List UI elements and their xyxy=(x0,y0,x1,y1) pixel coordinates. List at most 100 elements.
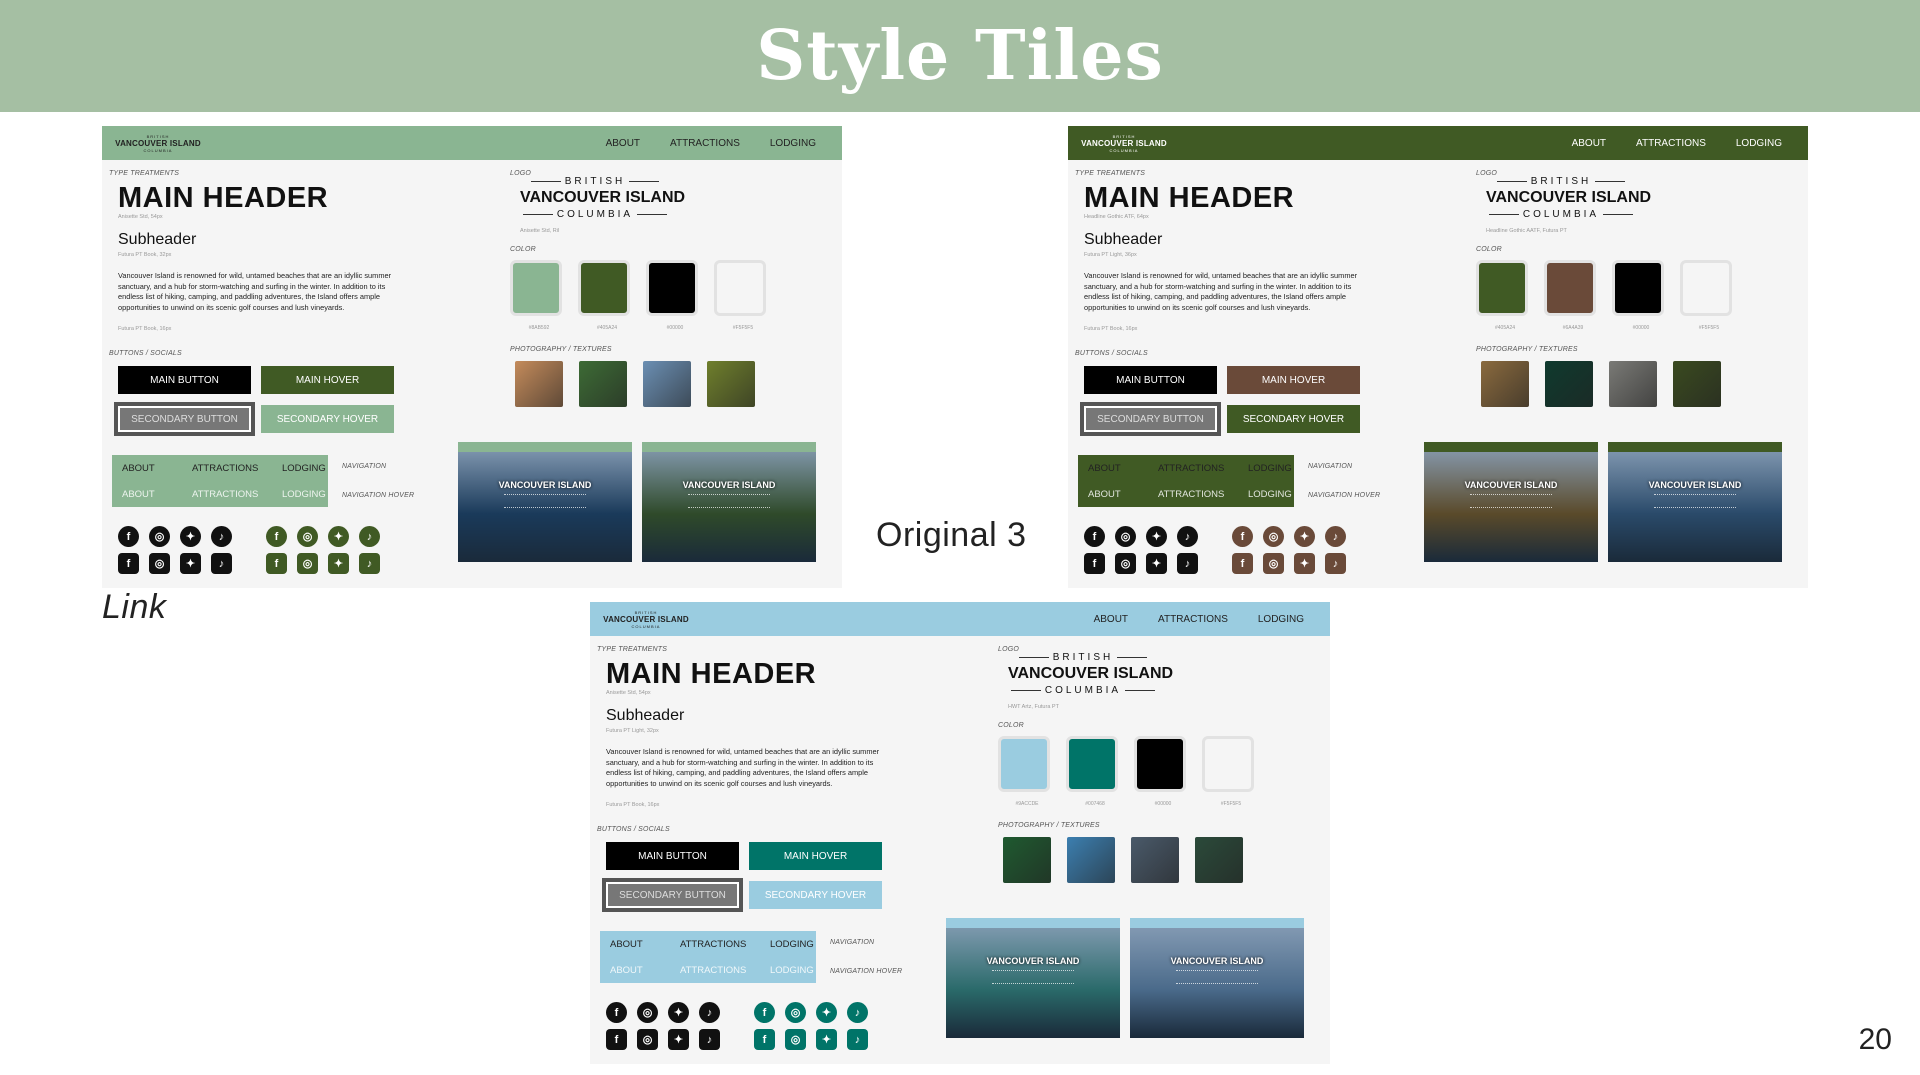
instagram-icon[interactable]: ◎ xyxy=(785,1002,806,1023)
navigation-demo: ABOUT ATTRACTIONS LODGING ABOUT ATTRACTI… xyxy=(112,455,328,507)
facebook-square-icon[interactable]: f xyxy=(754,1029,775,1050)
subheader-font-caption: Futura PT Light, 32px xyxy=(606,728,659,734)
tile-nav-logo[interactable]: BRITISH VANCOUVER ISLAND COLUMBIA xyxy=(603,608,689,630)
nav-hover-about[interactable]: ABOUT xyxy=(610,965,680,976)
twitter-icon[interactable]: ✦ xyxy=(328,526,349,547)
twitter-square-icon[interactable]: ✦ xyxy=(1146,553,1167,574)
instagram-icon[interactable]: ◎ xyxy=(149,526,170,547)
secondary-button[interactable]: SECONDARY BUTTON xyxy=(602,878,743,912)
nav-demo-about[interactable]: ABOUT xyxy=(610,939,680,950)
instagram-icon[interactable]: ◎ xyxy=(637,1002,658,1023)
nav-demo-attractions[interactable]: ATTRACTIONS xyxy=(192,463,282,474)
main-hover-button[interactable]: MAIN HOVER xyxy=(749,842,882,870)
nav-link-attractions[interactable]: ATTRACTIONS xyxy=(1158,614,1228,625)
instagram-square-icon[interactable]: ◎ xyxy=(1115,553,1136,574)
nav-hover-attractions[interactable]: ATTRACTIONS xyxy=(1158,489,1248,500)
nav-hover-about[interactable]: ABOUT xyxy=(122,489,192,500)
nav-link-about[interactable]: ABOUT xyxy=(1572,138,1606,149)
tiktok-icon[interactable]: ♪ xyxy=(211,526,232,547)
secondary-button[interactable]: SECONDARY BUTTON xyxy=(1080,402,1221,436)
tiktok-square-icon[interactable]: ♪ xyxy=(211,553,232,574)
instagram-square-icon[interactable]: ◎ xyxy=(149,553,170,574)
facebook-icon[interactable]: f xyxy=(754,1002,775,1023)
facebook-icon[interactable]: f xyxy=(1084,526,1105,547)
tiktok-square-icon[interactable]: ♪ xyxy=(1177,553,1198,574)
instagram-square-icon[interactable]: ◎ xyxy=(1263,553,1284,574)
nav-hover-lodging[interactable]: LODGING xyxy=(1248,489,1292,500)
main-button[interactable]: MAIN BUTTON xyxy=(118,366,251,394)
secondary-hover-button[interactable]: SECONDARY HOVER xyxy=(749,881,882,909)
texture-photo xyxy=(1195,837,1243,883)
instagram-icon[interactable]: ◎ xyxy=(1263,526,1284,547)
tiktok-icon[interactable]: ♪ xyxy=(1325,526,1346,547)
main-hover-button[interactable]: MAIN HOVER xyxy=(1227,366,1360,394)
secondary-button[interactable]: SECONDARY BUTTON xyxy=(114,402,255,436)
twitter-square-icon[interactable]: ✦ xyxy=(816,1029,837,1050)
instagram-square-icon[interactable]: ◎ xyxy=(637,1029,658,1050)
facebook-icon[interactable]: f xyxy=(606,1002,627,1023)
tiktok-icon[interactable]: ♪ xyxy=(699,1002,720,1023)
facebook-square-icon[interactable]: f xyxy=(1232,553,1253,574)
nav-hover-lodging[interactable]: LODGING xyxy=(282,489,326,500)
tiktok-square-icon[interactable]: ♪ xyxy=(699,1029,720,1050)
nav-demo-about[interactable]: ABOUT xyxy=(1088,463,1158,474)
facebook-icon[interactable]: f xyxy=(118,526,139,547)
logo-main-text: VANCOUVER ISLAND xyxy=(1081,138,1167,148)
twitter-icon[interactable]: ✦ xyxy=(1294,526,1315,547)
nav-link-lodging[interactable]: LODGING xyxy=(770,138,816,149)
facebook-square-icon[interactable]: f xyxy=(266,553,287,574)
nav-demo-lodging[interactable]: LODGING xyxy=(1248,463,1292,474)
tile-nav-logo[interactable]: BRITISH VANCOUVER ISLAND COLUMBIA xyxy=(1081,132,1167,154)
tiktok-icon[interactable]: ♪ xyxy=(359,526,380,547)
twitter-square-icon[interactable]: ✦ xyxy=(668,1029,689,1050)
nav-link-about[interactable]: ABOUT xyxy=(606,138,640,149)
tile-nav-logo[interactable]: BRITISH VANCOUVER ISLAND COLUMBIA xyxy=(115,132,201,154)
nav-demo-lodging[interactable]: LODGING xyxy=(770,939,814,950)
twitter-icon[interactable]: ✦ xyxy=(180,526,201,547)
instagram-square-icon[interactable]: ◎ xyxy=(785,1029,806,1050)
nav-demo-attractions[interactable]: ATTRACTIONS xyxy=(680,939,770,950)
twitter-icon[interactable]: ✦ xyxy=(1146,526,1167,547)
slide: Style Tiles Link Original 3 20 BRITISH V… xyxy=(0,0,1920,1075)
nav-demo-lodging[interactable]: LODGING xyxy=(282,463,326,474)
photo-textures xyxy=(1003,837,1243,883)
nav-demo-about[interactable]: ABOUT xyxy=(122,463,192,474)
main-button[interactable]: MAIN BUTTON xyxy=(606,842,739,870)
facebook-icon[interactable]: f xyxy=(1232,526,1253,547)
nav-link-attractions[interactable]: ATTRACTIONS xyxy=(1636,138,1706,149)
tiktok-square-icon[interactable]: ♪ xyxy=(1325,553,1346,574)
nav-link-lodging[interactable]: LODGING xyxy=(1736,138,1782,149)
tiktok-icon[interactable]: ♪ xyxy=(1177,526,1198,547)
twitter-icon[interactable]: ✦ xyxy=(668,1002,689,1023)
instagram-icon[interactable]: ◎ xyxy=(1115,526,1136,547)
twitter-square-icon[interactable]: ✦ xyxy=(328,553,349,574)
main-button[interactable]: MAIN BUTTON xyxy=(1084,366,1217,394)
tiktok-icon[interactable]: ♪ xyxy=(847,1002,868,1023)
twitter-icon[interactable]: ✦ xyxy=(816,1002,837,1023)
nav-link-lodging[interactable]: LODGING xyxy=(1258,614,1304,625)
nav-hover-attractions[interactable]: ATTRACTIONS xyxy=(192,489,282,500)
secondary-hover-button[interactable]: SECONDARY HOVER xyxy=(1227,405,1360,433)
website-mockup: VANCOUVER ISLAND xyxy=(458,442,632,562)
twitter-square-icon[interactable]: ✦ xyxy=(180,553,201,574)
nav-hover-attractions[interactable]: ATTRACTIONS xyxy=(680,965,770,976)
nav-link-attractions[interactable]: ATTRACTIONS xyxy=(670,138,740,149)
nav-hover-lodging[interactable]: LODGING xyxy=(770,965,814,976)
nav-demo-attractions[interactable]: ATTRACTIONS xyxy=(1158,463,1248,474)
instagram-icon[interactable]: ◎ xyxy=(297,526,318,547)
facebook-square-icon[interactable]: f xyxy=(1084,553,1105,574)
subheader-font-caption: Futura PT Light, 36px xyxy=(1084,252,1137,258)
twitter-square-icon[interactable]: ✦ xyxy=(1294,553,1315,574)
instagram-square-icon[interactable]: ◎ xyxy=(297,553,318,574)
nav-hover-about[interactable]: ABOUT xyxy=(1088,489,1158,500)
texture-photo xyxy=(515,361,563,407)
social-icons-group: f ◎ ✦ ♪ f ◎ ✦ ♪ xyxy=(1232,526,1346,574)
facebook-square-icon[interactable]: f xyxy=(118,553,139,574)
tiktok-square-icon[interactable]: ♪ xyxy=(359,553,380,574)
main-hover-button[interactable]: MAIN HOVER xyxy=(261,366,394,394)
nav-link-about[interactable]: ABOUT xyxy=(1094,614,1128,625)
facebook-square-icon[interactable]: f xyxy=(606,1029,627,1050)
tiktok-square-icon[interactable]: ♪ xyxy=(847,1029,868,1050)
secondary-hover-button[interactable]: SECONDARY HOVER xyxy=(261,405,394,433)
facebook-icon[interactable]: f xyxy=(266,526,287,547)
